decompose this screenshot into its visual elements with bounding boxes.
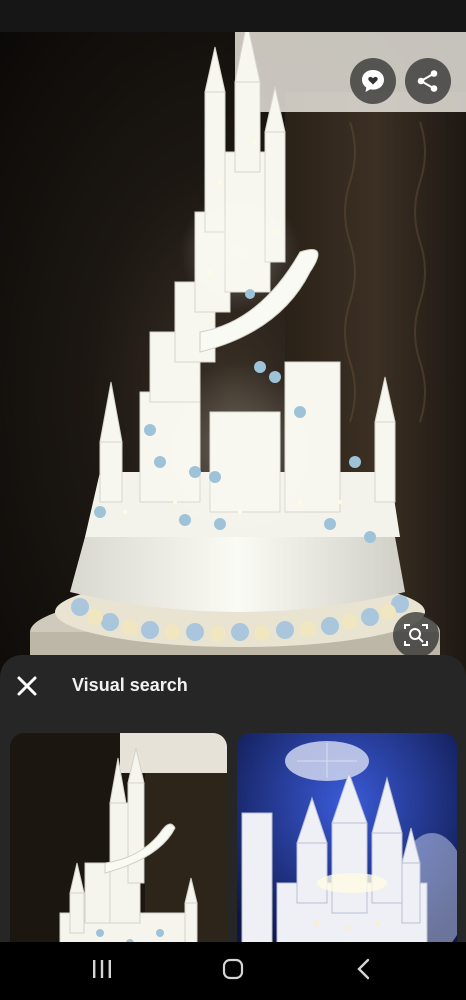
share-button[interactable] <box>405 58 451 104</box>
home-button[interactable] <box>213 956 253 986</box>
heart-comment-icon <box>360 68 386 94</box>
result-image-1 <box>10 733 227 942</box>
lens-search-icon <box>402 621 430 649</box>
main-photo[interactable] <box>0 32 466 692</box>
back-icon <box>356 958 372 985</box>
result-card-1[interactable] <box>10 733 227 942</box>
results-grid <box>10 733 466 942</box>
sheet-title: Visual search <box>72 675 188 695</box>
visual-search-sheet: Visual search <box>0 655 466 942</box>
navigation-bar <box>0 942 466 1000</box>
close-icon <box>16 675 38 702</box>
result-image-2 <box>237 733 457 942</box>
back-button[interactable] <box>344 956 384 986</box>
sheet-header: Visual search <box>0 655 466 721</box>
recents-icon <box>91 959 113 984</box>
home-icon <box>222 958 244 985</box>
status-bar <box>0 0 466 32</box>
lens-search-button[interactable] <box>393 612 439 658</box>
share-icon <box>415 68 441 94</box>
recents-button[interactable] <box>82 956 122 986</box>
wedding-cake-image <box>30 32 466 692</box>
heart-comment-button[interactable] <box>350 58 396 104</box>
close-button[interactable] <box>12 673 42 703</box>
result-card-2[interactable] <box>237 733 457 942</box>
